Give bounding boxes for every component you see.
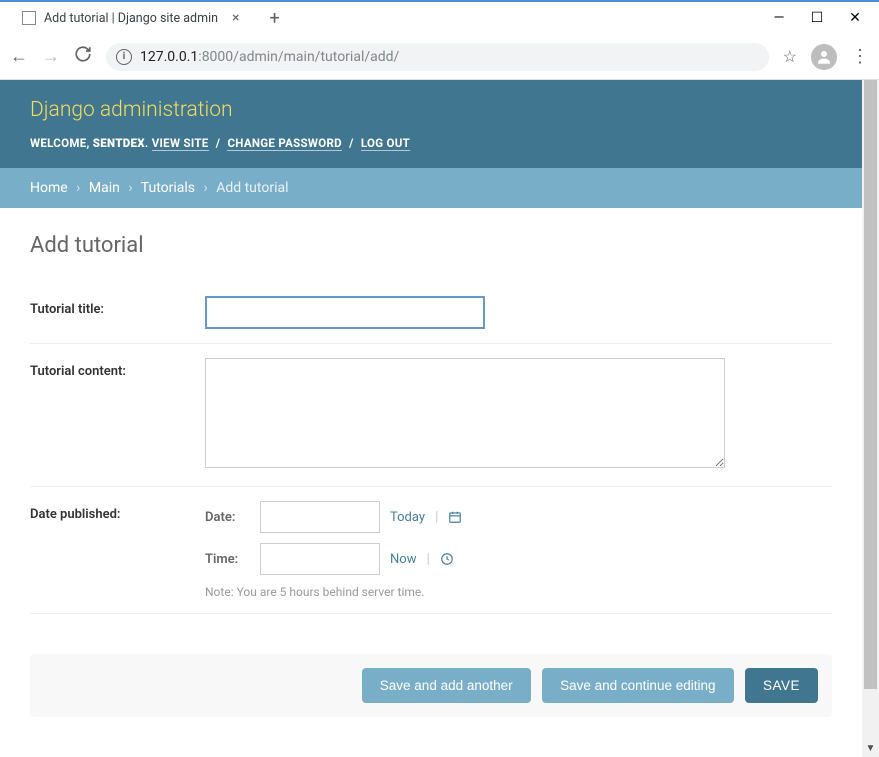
scrollbar-thumb[interactable] [864, 80, 877, 689]
site-title: Django administration [30, 98, 832, 122]
url-host: 127.0.0.1 [140, 49, 198, 65]
new-tab-button[interactable]: + [270, 8, 280, 29]
maximize-button[interactable]: ☐ [807, 10, 827, 26]
address-bar[interactable]: i 127.0.0.1:8000/admin/main/tutorial/add… [106, 43, 769, 71]
forward-button[interactable]: → [42, 46, 60, 67]
today-link[interactable]: Today [390, 510, 425, 525]
submit-row: Save and add another Save and continue e… [30, 654, 832, 717]
change-password-link[interactable]: CHANGE PASSWORD [227, 136, 341, 151]
tutorial-title-input[interactable] [205, 296, 485, 329]
close-tab-icon[interactable]: × [232, 10, 239, 26]
timezone-helptext: Note: You are 5 hours behind server time… [205, 585, 832, 599]
clock-icon[interactable] [440, 552, 454, 566]
url-port: :8000 [198, 49, 233, 65]
date-sublabel: Date: [205, 510, 250, 525]
browser-tab[interactable]: Add tutorial | Django site admin × [10, 4, 252, 32]
minimize-button[interactable]: — [769, 10, 789, 26]
tutorial-title-label: Tutorial title: [30, 296, 205, 317]
now-link[interactable]: Now [390, 552, 416, 567]
tutorial-content-textarea[interactable] [205, 358, 725, 468]
calendar-icon[interactable] [448, 510, 462, 524]
breadcrumb-tutorials[interactable]: Tutorials [141, 180, 195, 196]
vertical-scrollbar[interactable]: ▼ [862, 80, 879, 757]
breadcrumb-main[interactable]: Main [89, 180, 120, 196]
bookmark-star-icon[interactable]: ☆ [783, 47, 797, 66]
user-tools: WELCOME, SENTDEX. VIEW SITE / CHANGE PAS… [30, 136, 832, 150]
breadcrumb-home[interactable]: Home [30, 180, 68, 196]
site-info-icon[interactable]: i [116, 49, 132, 65]
browser-menu-icon[interactable]: ⋮ [851, 46, 869, 67]
tutorial-content-label: Tutorial content: [30, 358, 205, 379]
date-input[interactable] [260, 501, 380, 533]
save-button[interactable]: SAVE [745, 668, 818, 703]
page-favicon [22, 11, 36, 25]
tab-title: Add tutorial | Django site admin [44, 11, 218, 26]
breadcrumb: Home › Main › Tutorials › Add tutorial [0, 168, 862, 208]
reload-button[interactable] [74, 45, 92, 68]
save-add-another-button[interactable]: Save and add another [362, 668, 531, 703]
back-button[interactable]: ← [10, 46, 28, 67]
profile-avatar-icon[interactable] [811, 44, 837, 70]
date-published-label: Date published: [30, 501, 205, 522]
logout-link[interactable]: LOG OUT [361, 136, 410, 151]
scrollbar-down-arrow[interactable]: ▼ [862, 740, 879, 757]
time-sublabel: Time: [205, 552, 250, 567]
time-input[interactable] [260, 543, 380, 575]
close-window-button[interactable]: ✕ [845, 10, 865, 26]
breadcrumb-current: Add tutorial [216, 180, 288, 196]
save-continue-button[interactable]: Save and continue editing [542, 668, 733, 703]
page-title: Add tutorial [30, 233, 832, 258]
url-path: /admin/main/tutorial/add/ [233, 49, 399, 65]
username: SENTDEX [93, 136, 145, 150]
welcome-text: WELCOME, [30, 136, 93, 150]
view-site-link[interactable]: VIEW SITE [152, 136, 209, 151]
